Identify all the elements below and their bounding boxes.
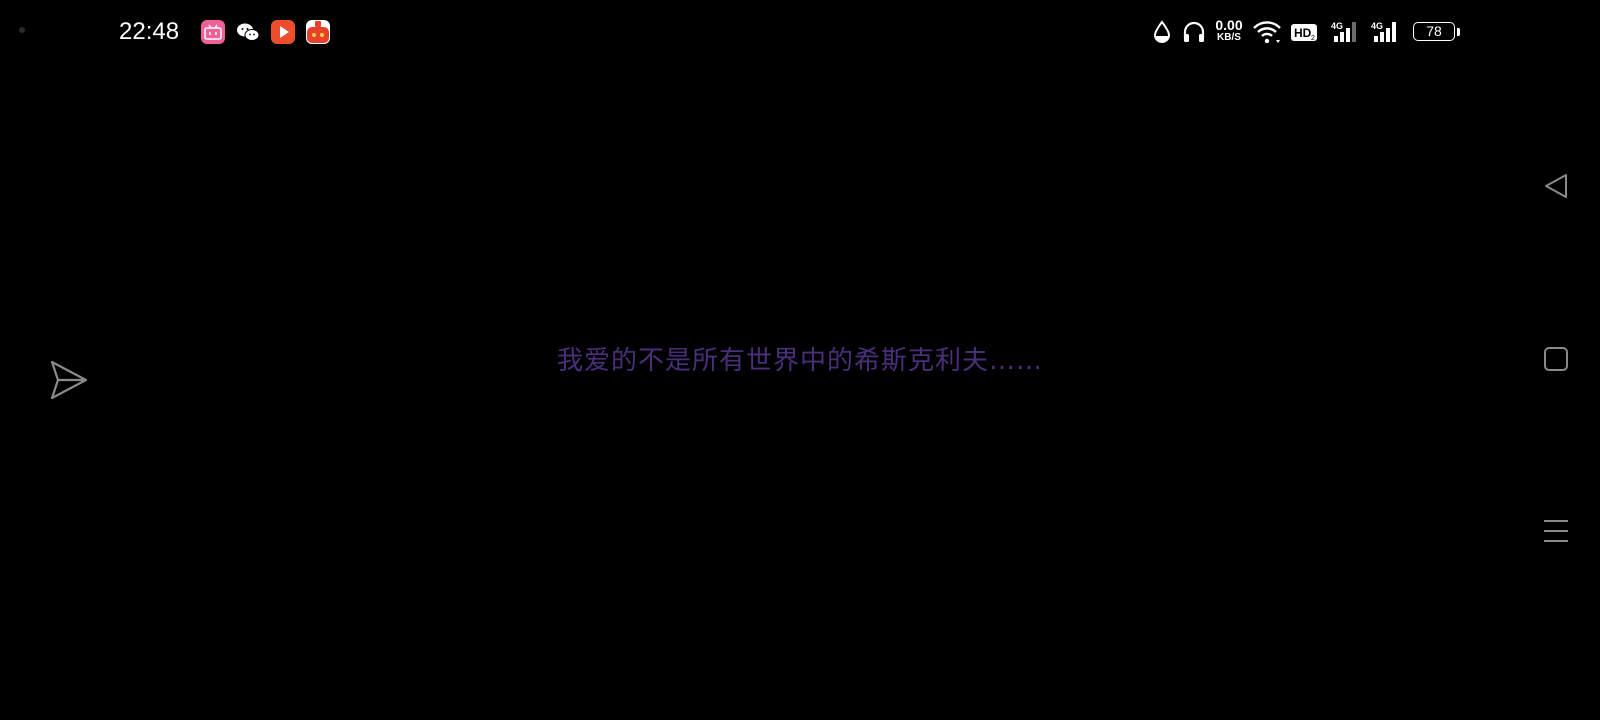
status-clock: 22:48: [119, 18, 180, 45]
network-speed: 0.00 KB/S: [1210, 18, 1248, 43]
wifi-icon: [1252, 16, 1282, 48]
data-saver-icon: [1152, 16, 1172, 48]
video-app-icon: [271, 20, 295, 44]
nav-recents-button[interactable]: [1540, 515, 1572, 547]
nav-back-button[interactable]: [1540, 170, 1572, 202]
svg-text:2: 2: [1311, 35, 1315, 42]
svg-text:4G: 4G: [1331, 21, 1343, 31]
front-camera-dot: [19, 27, 25, 33]
signal-2-icon: 4G: [1370, 16, 1402, 48]
network-speed-value: 0.00: [1215, 17, 1243, 33]
battery-tip: [1457, 28, 1460, 36]
home-square-icon: [1544, 347, 1568, 371]
share-button[interactable]: [46, 358, 90, 402]
svg-text:4G: 4G: [1371, 21, 1383, 31]
screen: 22:48 0.00 KB/S HD 2 4G 4G 78 我爱的不是所有世界中…: [0, 0, 1600, 720]
hd-voice-icon: HD 2: [1290, 16, 1318, 48]
signal-1-icon: 4G: [1330, 16, 1362, 48]
wechat-icon: [236, 20, 260, 44]
story-message: 我爱的不是所有世界中的希斯克利夫……: [556, 346, 1043, 376]
bilibili-icon: [201, 20, 225, 44]
battery-indicator: 78: [1413, 22, 1455, 41]
send-icon: [50, 360, 88, 400]
game-app-icon: [306, 20, 330, 44]
nav-home-button[interactable]: [1540, 343, 1572, 375]
network-speed-unit: KB/S: [1217, 32, 1241, 43]
menu-lines-icon: [1544, 520, 1568, 542]
status-bar: 22:48 0.00 KB/S HD 2 4G 4G 78: [0, 0, 1600, 64]
headphones-icon: [1182, 16, 1206, 48]
back-triangle-icon: [1545, 174, 1567, 198]
svg-text:HD: HD: [1294, 26, 1312, 40]
